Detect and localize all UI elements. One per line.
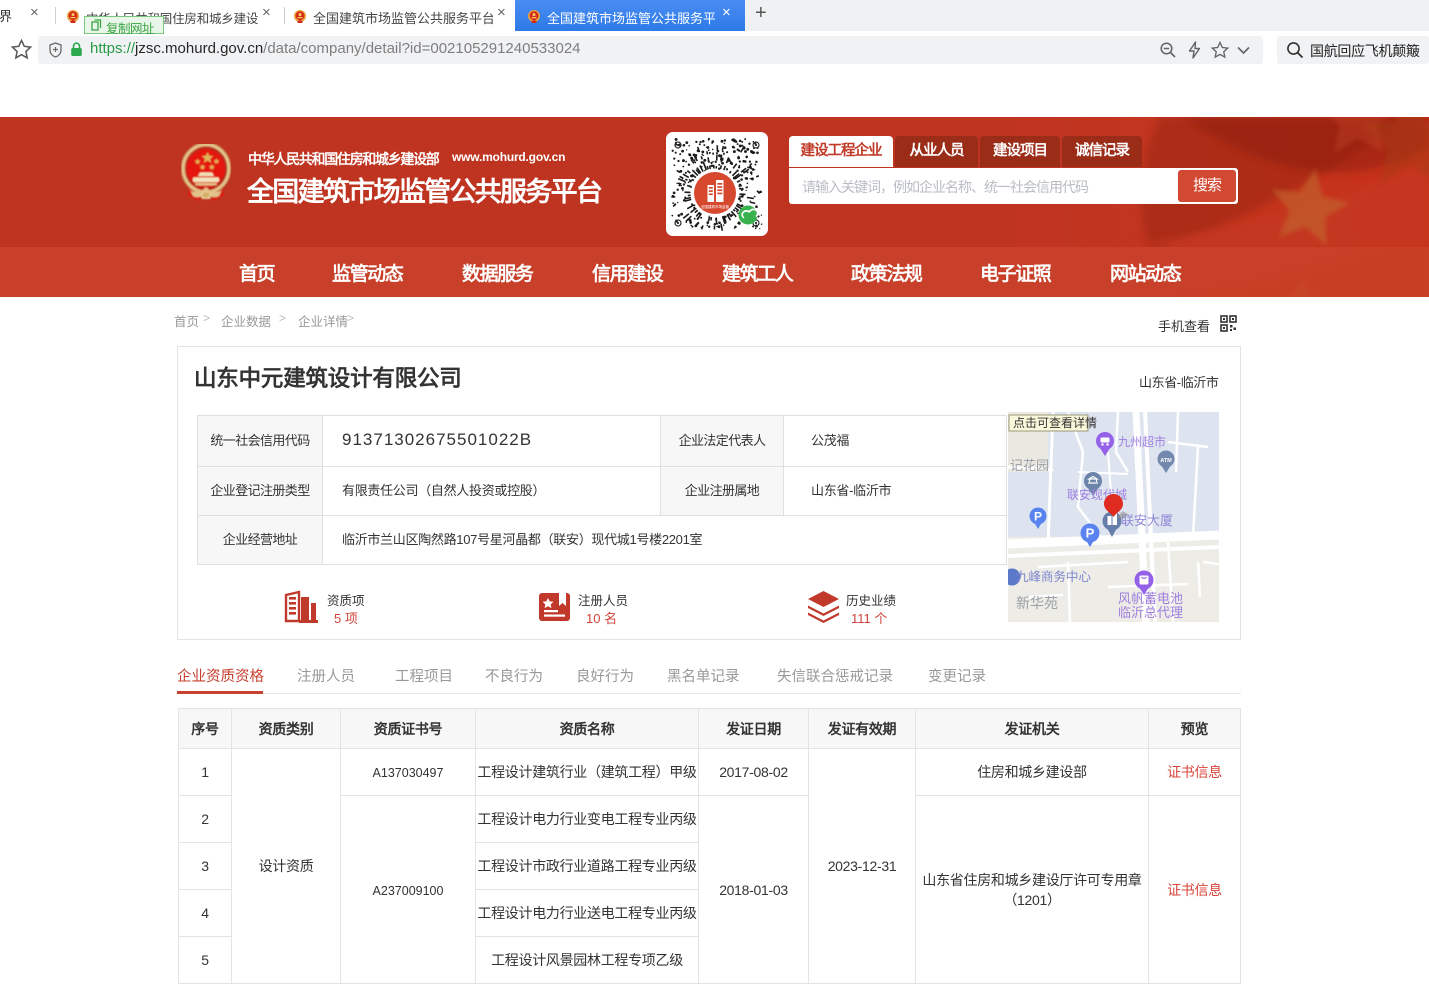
- svg-text:联安大厦: 联安大厦: [1121, 513, 1173, 528]
- svg-text:九峰商务中心: 九峰商务中心: [1016, 569, 1092, 584]
- svg-text:P: P: [1034, 510, 1042, 524]
- svg-text:P: P: [1086, 526, 1095, 541]
- svg-text:全国建筑市场监管: 全国建筑市场监管: [701, 204, 729, 209]
- svg-text:点击可查看详情: 点击可查看详情: [1013, 415, 1097, 430]
- svg-text:ATM: ATM: [1160, 458, 1172, 464]
- svg-text:九州超市: 九州超市: [1118, 434, 1166, 449]
- svg-text:新华苑: 新华苑: [1016, 595, 1058, 611]
- svg-text:风帆蓄电池: 风帆蓄电池: [1118, 591, 1183, 606]
- svg-text:记花园: 记花园: [1010, 458, 1049, 473]
- svg-text:临沂总代理: 临沂总代理: [1118, 605, 1183, 620]
